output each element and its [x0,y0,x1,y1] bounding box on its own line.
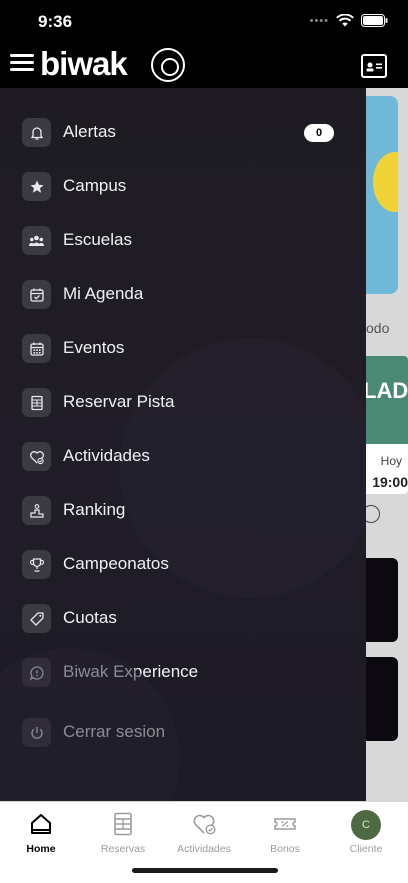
hamburger-menu-icon[interactable] [10,54,34,74]
ticket-percent-icon [273,812,297,836]
home-icon [29,812,53,836]
tab-label: Reservas [100,843,146,855]
side-drawer: Alertas 0 Campus Escuelas Mi Agenda Even… [0,88,366,801]
tab-label: Home [26,843,56,855]
tab-label: Actividades [177,843,231,855]
menu-item-cuotas[interactable]: Cuotas [0,595,366,643]
menu-item-reservar-pista[interactable]: Reservar Pista [0,379,366,427]
bell-icon [22,118,51,147]
status-bar: 9:36 •••• [0,0,408,44]
menu-item-eventos[interactable]: Eventos [0,325,366,373]
avatar: C [351,810,381,840]
menu-item-label: Biwak Experience [63,662,199,681]
menu-item-label: Reservar Pista [63,392,175,411]
menu-item-label: Alertas [63,122,116,141]
court-icon [111,812,135,836]
court-icon [22,388,51,417]
menu-item-label: Escuelas [63,230,132,249]
menu-item-label: Actividades [63,446,150,465]
menu-item-biwak-experience[interactable]: Biwak Experience [0,649,366,697]
battery-icon [361,14,388,27]
heart-check-icon [192,812,216,836]
menu-item-actividades[interactable]: Actividades [0,433,366,481]
heart-check-icon [22,442,51,471]
tab-cliente[interactable]: C Cliente [326,808,406,858]
status-time: 9:36 [38,12,73,31]
menu-item-campus[interactable]: Campus [0,163,366,211]
power-icon [22,718,51,747]
event-day: Hoy [380,454,402,468]
tab-label: Bonos [270,843,300,855]
brand-seal-icon [151,48,185,82]
wifi-icon [336,14,354,27]
tab-home[interactable]: Home [1,808,81,858]
home-indicator [132,868,278,873]
alert-count-badge: 0 [304,124,334,142]
menu-item-label: Eventos [63,338,125,357]
menu-item-label: Campeonatos [63,554,169,573]
star-icon [22,172,51,201]
app-header: biwak [0,44,408,88]
brand-logo: biwak [40,45,128,82]
menu-item-cerrar-sesion[interactable]: Cerrar sesion [0,709,366,757]
tag-icon [22,604,51,633]
menu-item-label: Cuotas [63,608,117,627]
chat-bubble-icon [22,658,51,687]
tab-bonos[interactable]: Bonos [245,808,325,858]
menu-item-label: Mi Agenda [63,284,144,303]
tab-reservas[interactable]: Reservas [83,808,163,858]
menu-item-label: Ranking [63,500,126,519]
menu-item-alertas[interactable]: Alertas 0 [0,109,366,157]
menu-item-mi-agenda[interactable]: Mi Agenda [0,271,366,319]
podium-icon [22,496,51,525]
trophy-icon [22,550,51,579]
tab-actividades[interactable]: Actividades [164,808,244,858]
signal-dots-icon: •••• [309,14,329,27]
menu-item-ranking[interactable]: Ranking [0,487,366,535]
calendar-check-icon [22,280,51,309]
status-icons: •••• [310,14,388,27]
menu-item-label: Cerrar sesion [63,722,166,741]
menu-item-campeonatos[interactable]: Campeonatos [0,541,366,589]
tab-label: Cliente [349,843,383,855]
menu-item-label: Campus [63,176,127,195]
menu-item-escuelas[interactable]: Escuelas [0,217,366,265]
group-icon [22,226,51,255]
section-heading-fragment: odo [366,320,390,336]
calendar-grid-icon [22,334,51,363]
id-card-icon[interactable] [361,54,387,78]
event-time: 19:00 [372,474,408,490]
